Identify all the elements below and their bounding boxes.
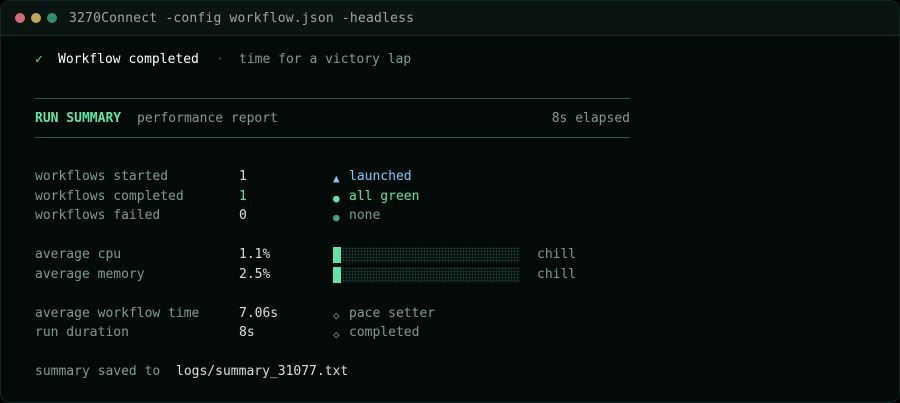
diamond-icon: ◇ — [333, 328, 340, 341]
row-status: none — [349, 208, 381, 223]
dot-icon: ● — [333, 211, 340, 224]
minimize-button[interactable] — [31, 13, 41, 23]
terminal-output: ✓ Workflow completed · time for a victor… — [35, 35, 899, 402]
memory-usage-bar — [333, 267, 520, 283]
row-label: run duration — [35, 325, 129, 340]
window-title: 3270Connect -config workflow.json -headl… — [69, 10, 415, 26]
row-label: workflows completed — [35, 189, 184, 204]
row-value: 2.5% — [239, 267, 271, 282]
row-label: workflows failed — [35, 208, 161, 223]
close-button[interactable] — [15, 13, 25, 23]
status-separator: · — [216, 52, 224, 67]
row-label: average workflow time — [35, 306, 200, 321]
triangle-up-icon: ▲ — [333, 172, 340, 185]
dot-icon: ● — [333, 192, 340, 205]
summary-file-path[interactable]: logs/summary_31077.txt — [176, 364, 348, 379]
row-status: launched — [349, 169, 412, 184]
row-label: average cpu — [35, 247, 122, 262]
summary-bottom-rule — [35, 137, 630, 138]
row-status: completed — [349, 325, 420, 340]
status-message: Workflow completed — [58, 52, 199, 67]
summary-heading: RUN SUMMARY — [35, 111, 122, 126]
row-value: 8s — [239, 325, 255, 340]
maximize-button[interactable] — [47, 13, 57, 23]
row-value: 1 — [239, 189, 247, 204]
row-value: 7.06s — [239, 306, 279, 321]
summary-top-rule — [35, 98, 630, 99]
row-label: workflows started — [35, 169, 169, 184]
window-controls — [15, 13, 57, 23]
cpu-usage-bar — [333, 247, 520, 263]
row-label: average memory — [35, 267, 145, 282]
summary-subheading: performance report — [137, 111, 278, 126]
row-note: chill — [537, 267, 577, 282]
row-value: 1.1% — [239, 247, 271, 262]
check-icon: ✓ — [35, 52, 43, 67]
title-bar: 3270Connect -config workflow.json -headl… — [1, 1, 899, 36]
row-note: chill — [537, 247, 577, 262]
footer-prefix: summary saved to — [35, 364, 161, 379]
diamond-icon: ◇ — [333, 309, 340, 322]
terminal-window: 3270Connect -config workflow.json -headl… — [0, 0, 900, 403]
row-status: pace setter — [349, 306, 436, 321]
row-value: 0 — [239, 208, 247, 223]
row-status: all green — [349, 189, 420, 204]
status-tagline: time for a victory lap — [239, 52, 412, 67]
elapsed-time: 8s elapsed — [551, 111, 630, 126]
row-value: 1 — [239, 169, 247, 184]
